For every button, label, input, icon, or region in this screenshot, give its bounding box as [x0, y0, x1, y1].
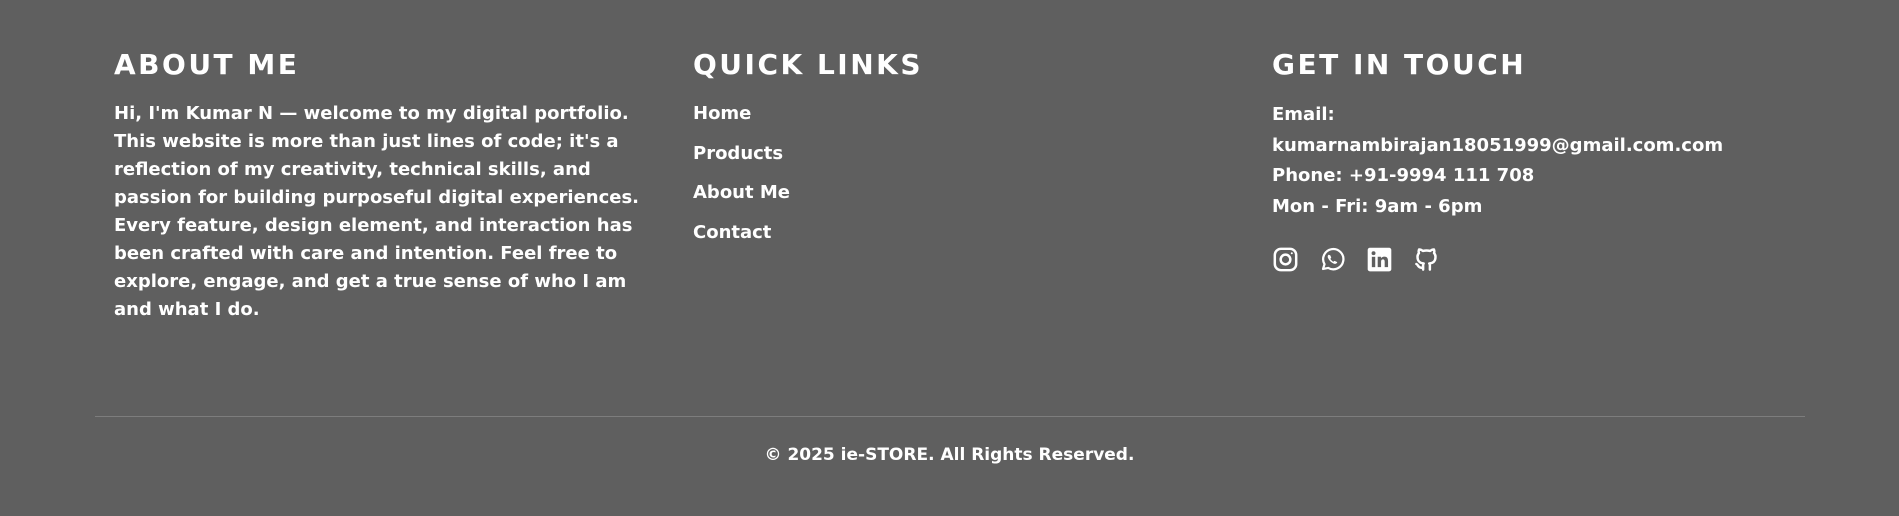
phone-number: Phone: +91-9994 111 708 — [1272, 165, 1535, 186]
instagram-icon[interactable] — [1272, 246, 1299, 273]
about-title: ABOUT ME — [114, 48, 300, 81]
github-icon[interactable] — [1413, 246, 1440, 273]
whatsapp-icon[interactable] — [1319, 246, 1346, 273]
linkedin-icon[interactable] — [1366, 246, 1393, 273]
email-label: Email: — [1272, 104, 1335, 125]
quick-links-title: QUICK LINKS — [693, 48, 924, 81]
contact-details: Email: kumarnambirajan18051999@gmail.com… — [1272, 100, 1832, 222]
business-hours: Mon - Fri: 9am - 6pm — [1272, 195, 1483, 217]
list-item: Products — [693, 140, 1093, 180]
contact-title: GET IN TOUCH — [1272, 48, 1527, 81]
home-link[interactable]: Home — [693, 103, 751, 124]
list-item: About Me — [693, 179, 1093, 219]
email-address[interactable]: kumarnambirajan18051999@gmail.com.com — [1272, 131, 1832, 162]
contact-link[interactable]: Contact — [693, 222, 771, 243]
about-me-link[interactable]: About Me — [693, 182, 790, 203]
list-item: Contact — [693, 219, 1093, 259]
social-links — [1272, 246, 1832, 273]
products-link[interactable]: Products — [693, 143, 783, 164]
quick-links-list: Home Products About Me Contact — [693, 100, 1093, 258]
site-footer: ABOUT ME Hi, I'm Kumar N — welcome to my… — [0, 0, 1899, 516]
about-section: ABOUT ME Hi, I'm Kumar N — welcome to my… — [114, 48, 644, 324]
list-item: Home — [693, 100, 1093, 140]
about-text: Hi, I'm Kumar N — welcome to my digital … — [114, 103, 640, 320]
footer-divider — [95, 416, 1805, 417]
contact-section: GET IN TOUCH Email: kumarnambirajan18051… — [1272, 48, 1832, 273]
copyright-text: © 2025 ie-STORE. All Rights Reserved. — [764, 445, 1135, 465]
quick-links-section: QUICK LINKS Home Products About Me Conta… — [693, 48, 1093, 258]
